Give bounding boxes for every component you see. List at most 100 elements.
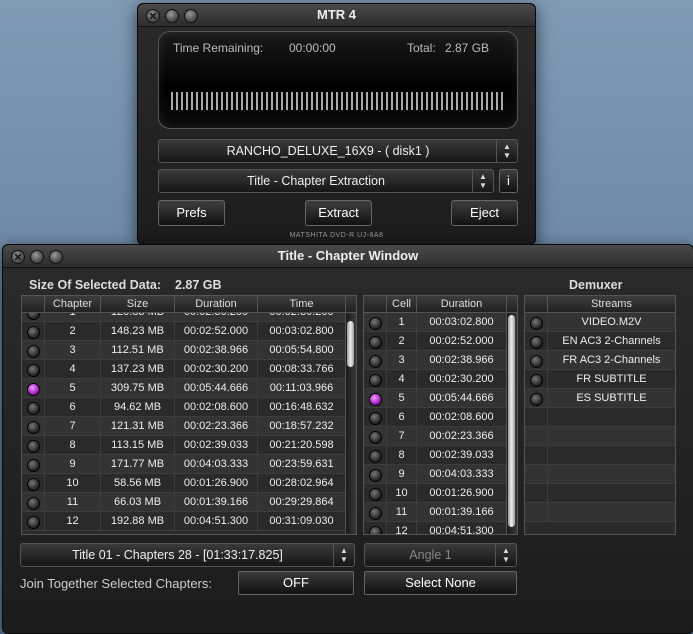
- cells-table[interactable]: Cell Duration 1 00:03:02.800 2 00:02:52.000…: [363, 295, 518, 535]
- table-row[interactable]: 4 137.23 MB 00:02:30.200 00:08:33.766: [22, 360, 346, 379]
- select-cell[interactable]: [22, 398, 45, 416]
- select-cell[interactable]: [22, 455, 45, 473]
- select-cell[interactable]: [525, 465, 548, 483]
- table-row[interactable]: 9 00:04:03.333: [364, 465, 507, 484]
- radio-icon[interactable]: [368, 374, 382, 387]
- select-cell[interactable]: [22, 512, 45, 530]
- radio-icon[interactable]: [26, 402, 40, 415]
- cell-column-header[interactable]: Cell: [387, 296, 417, 312]
- radio-icon[interactable]: [529, 393, 543, 406]
- table-row[interactable]: 3 00:02:38.966: [364, 351, 507, 370]
- radio-icon[interactable]: [26, 440, 40, 453]
- table-row[interactable]: 2 148.23 MB 00:02:52.000 00:03:02.800: [22, 322, 346, 341]
- tcw-titlebar[interactable]: Title - Chapter Window: [3, 245, 693, 268]
- select-cell[interactable]: [364, 408, 387, 426]
- radio-icon[interactable]: [368, 431, 382, 444]
- scroll-thumb[interactable]: [508, 315, 515, 527]
- table-row[interactable]: ES SUBTITLE: [525, 389, 675, 408]
- chapters-table[interactable]: Chapter Size Duration Time 1120.83 MB00:…: [21, 295, 357, 535]
- table-row[interactable]: 7 121.31 MB 00:02:23.366 00:18:57.232: [22, 417, 346, 436]
- radio-icon[interactable]: [368, 450, 382, 463]
- table-row[interactable]: 1 00:03:02.800: [364, 313, 507, 332]
- select-cell[interactable]: [22, 341, 45, 359]
- size-column-header[interactable]: Size: [101, 296, 175, 312]
- select-cell[interactable]: [22, 436, 45, 454]
- select-cell[interactable]: [364, 313, 387, 331]
- radio-icon[interactable]: [26, 478, 40, 491]
- table-row[interactable]: VIDEO.M2V: [525, 313, 675, 332]
- radio-icon[interactable]: [368, 526, 382, 534]
- select-cell[interactable]: [364, 351, 387, 369]
- time-column-header[interactable]: Time: [258, 296, 346, 312]
- radio-icon[interactable]: [26, 421, 40, 434]
- zoom-icon[interactable]: [184, 9, 198, 23]
- table-row[interactable]: 12 192.88 MB 00:04:51.300 00:31:09.030: [22, 512, 346, 531]
- table-row[interactable]: 4 00:02:30.200: [364, 370, 507, 389]
- prefs-button[interactable]: Prefs: [158, 200, 225, 226]
- table-row[interactable]: 9 171.77 MB 00:04:03.333 00:23:59.631: [22, 455, 346, 474]
- select-cell[interactable]: [525, 446, 548, 464]
- chapters-scrollbar[interactable]: [345, 313, 356, 534]
- select-cell[interactable]: [364, 484, 387, 502]
- select-cell[interactable]: [525, 332, 548, 350]
- radio-icon[interactable]: [368, 355, 382, 368]
- select-cell[interactable]: [22, 474, 45, 492]
- table-row[interactable]: 5 309.75 MB 00:05:44.666 00:11:03.966: [22, 379, 346, 398]
- select-cell[interactable]: [525, 484, 548, 502]
- select-cell[interactable]: [525, 427, 548, 445]
- radio-icon[interactable]: [368, 412, 382, 425]
- table-row[interactable]: FR AC3 2-Channels: [525, 351, 675, 370]
- streams-table[interactable]: Streams VIDEO.M2V EN AC3 2-Channels FR AC3…: [524, 295, 676, 535]
- table-row[interactable]: 2 00:02:52.000: [364, 332, 507, 351]
- select-cell[interactable]: [525, 351, 548, 369]
- radio-icon[interactable]: [529, 336, 543, 349]
- streams-column-header[interactable]: Streams: [548, 296, 675, 312]
- info-button[interactable]: i: [499, 169, 518, 193]
- radio-icon[interactable]: [26, 516, 40, 529]
- chapter-column-header[interactable]: Chapter: [45, 296, 101, 312]
- table-row[interactable]: FR SUBTITLE: [525, 370, 675, 389]
- table-row[interactable]: 1120.83 MB00:02:30.20000:02:30.200: [22, 313, 346, 322]
- radio-icon[interactable]: [529, 317, 543, 330]
- radio-icon[interactable]: [26, 497, 40, 510]
- radio-icon[interactable]: [26, 345, 40, 358]
- table-row[interactable]: 5 00:05:44.666: [364, 389, 507, 408]
- radio-icon[interactable]: [26, 383, 40, 396]
- radio-icon[interactable]: [368, 507, 382, 520]
- radio-icon[interactable]: [26, 459, 40, 472]
- radio-icon[interactable]: [368, 317, 382, 330]
- table-row[interactable]: 3 112.51 MB 00:02:38.966 00:05:54.800: [22, 341, 346, 360]
- select-cell[interactable]: [525, 503, 548, 521]
- mode-selector[interactable]: Title - Chapter Extraction ▲ ▼: [158, 169, 494, 193]
- radio-icon[interactable]: [529, 355, 543, 368]
- select-cell[interactable]: [22, 313, 45, 321]
- radio-icon[interactable]: [26, 326, 40, 339]
- duration-column-header[interactable]: Duration: [175, 296, 258, 312]
- title-selector[interactable]: Title 01 - Chapters 28 - [01:33:17.825] …: [20, 543, 355, 567]
- radio-icon[interactable]: [26, 313, 40, 320]
- join-toggle-button[interactable]: OFF: [238, 571, 354, 595]
- table-row[interactable]: 7 00:02:23.366: [364, 427, 507, 446]
- select-cell[interactable]: [364, 465, 387, 483]
- select-cell[interactable]: [22, 493, 45, 511]
- close-icon[interactable]: [146, 9, 160, 23]
- eject-button[interactable]: Eject: [451, 200, 518, 226]
- select-cell[interactable]: [525, 408, 548, 426]
- select-cell[interactable]: [364, 503, 387, 521]
- table-row[interactable]: 8 00:02:39.033: [364, 446, 507, 465]
- select-cell[interactable]: [364, 427, 387, 445]
- select-cell[interactable]: [525, 313, 548, 331]
- table-row[interactable]: 6 94.62 MB 00:02:08.600 00:16:48.632: [22, 398, 346, 417]
- select-cell[interactable]: [364, 389, 387, 407]
- select-cell[interactable]: [364, 370, 387, 388]
- select-cell[interactable]: [525, 389, 548, 407]
- radio-icon[interactable]: [529, 374, 543, 387]
- select-cell[interactable]: [22, 379, 45, 397]
- select-cell[interactable]: [22, 417, 45, 435]
- duration-column-header[interactable]: Duration: [417, 296, 507, 312]
- angle-selector[interactable]: Angle 1 ▲ ▼: [364, 543, 517, 567]
- select-cell[interactable]: [525, 370, 548, 388]
- select-cell[interactable]: [364, 332, 387, 350]
- table-row[interactable]: 12 00:04:51.300: [364, 522, 507, 534]
- disk-selector[interactable]: RANCHO_DELUXE_16X9 - ( disk1 ) ▲ ▼: [158, 139, 518, 163]
